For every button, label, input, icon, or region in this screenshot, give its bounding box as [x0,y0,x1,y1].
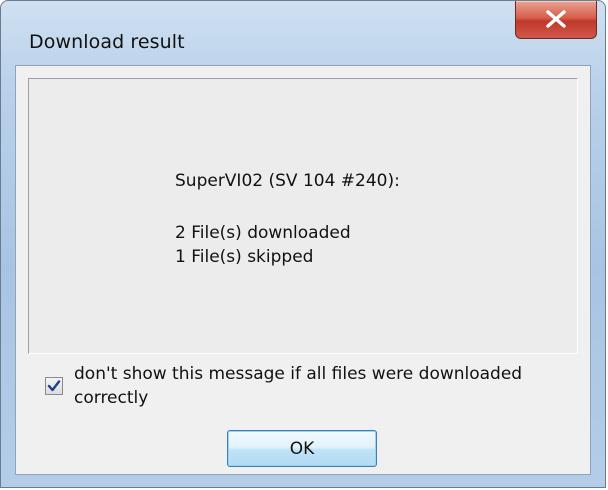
suppress-message-checkbox[interactable] [45,377,63,395]
close-x-icon [546,10,566,28]
close-button[interactable] [515,1,597,39]
device-line: SuperVI02 (SV 104 #240): [175,171,400,191]
dialog-window: Download result SuperVI02 (SV 104 #240):… [0,0,606,488]
ok-button-label: OK [289,439,315,459]
title-bar[interactable]: Download result [1,1,605,61]
skipped-count-line: 1 File(s) skipped [175,247,314,267]
ok-button[interactable]: OK [227,430,377,467]
suppress-message-option[interactable]: don't show this message if all files wer… [40,362,580,412]
message-panel: SuperVI02 (SV 104 #240): 2 File(s) downl… [28,78,578,354]
checkmark-icon [47,380,61,392]
dialog-body: SuperVI02 (SV 104 #240): 2 File(s) downl… [15,65,591,475]
suppress-message-label[interactable]: don't show this message if all files wer… [74,362,574,410]
downloaded-count-line: 2 File(s) downloaded [175,223,351,243]
window-title: Download result [29,31,185,53]
